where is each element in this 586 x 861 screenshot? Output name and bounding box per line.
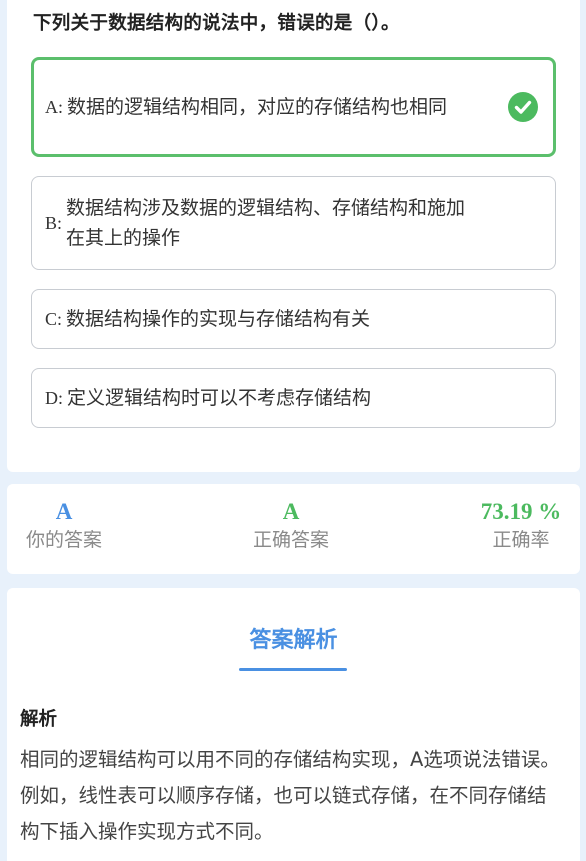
option-b[interactable]: B: 数据结构涉及数据的逻辑结构、存储结构和施加在其上的操作	[31, 176, 556, 270]
accuracy-value: 73.19 %	[480, 499, 562, 524]
analysis-tab-underline	[239, 668, 347, 671]
analysis-heading: 解析	[20, 709, 58, 730]
option-c[interactable]: C: 数据结构操作的实现与存储结构有关	[31, 289, 556, 349]
your-answer-stat: A 你的答案	[9, 498, 119, 554]
check-circle-icon	[508, 92, 538, 122]
accuracy-stat: 73.19 % 正确率	[466, 498, 576, 554]
correct-answer-value: A	[282, 499, 300, 524]
analysis-body: 相同的逻辑结构可以用不同的存储结构实现，A选项说法错误。例如，线性表可以顺序存储…	[20, 748, 560, 843]
question-card: 下列关于数据结构的说法中，错误的是（）。 A: 数据的逻辑结构相同，对应的存储结…	[7, 0, 580, 472]
option-d[interactable]: D: 定义逻辑结构时可以不考虑存储结构	[31, 368, 556, 428]
accuracy-label: 正确率	[492, 529, 550, 551]
your-answer-label: 你的答案	[25, 529, 102, 551]
option-letter: B:	[45, 212, 63, 233]
option-letter: C:	[45, 308, 63, 329]
question-text: 下列关于数据结构的说法中，错误的是（）。	[33, 13, 400, 34]
analysis-tab-title[interactable]: 答案解析	[7, 622, 580, 654]
option-text: 数据的逻辑结构相同，对应的存储结构也相同	[67, 96, 448, 118]
option-text: 数据结构涉及数据的逻辑结构、存储结构和施加在其上的操作	[66, 197, 466, 249]
option-letter: A:	[45, 96, 63, 117]
correct-answer-label: 正确答案	[252, 529, 329, 551]
option-letter: D:	[45, 387, 63, 408]
option-a[interactable]: A: 数据的逻辑结构相同，对应的存储结构也相同	[31, 57, 556, 157]
option-text: 数据结构操作的实现与存储结构有关	[66, 308, 371, 330]
analysis-card: 答案解析 解析 相同的逻辑结构可以用不同的存储结构实现，A选项说法错误。例如，线…	[7, 588, 580, 861]
correct-answer-stat: A 正确答案	[236, 498, 346, 554]
your-answer-value: A	[55, 499, 73, 524]
option-text: 定义逻辑结构时可以不考虑存储结构	[67, 387, 372, 409]
stats-card: A 你的答案 A 正确答案 73.19 % 正确率	[7, 484, 580, 574]
